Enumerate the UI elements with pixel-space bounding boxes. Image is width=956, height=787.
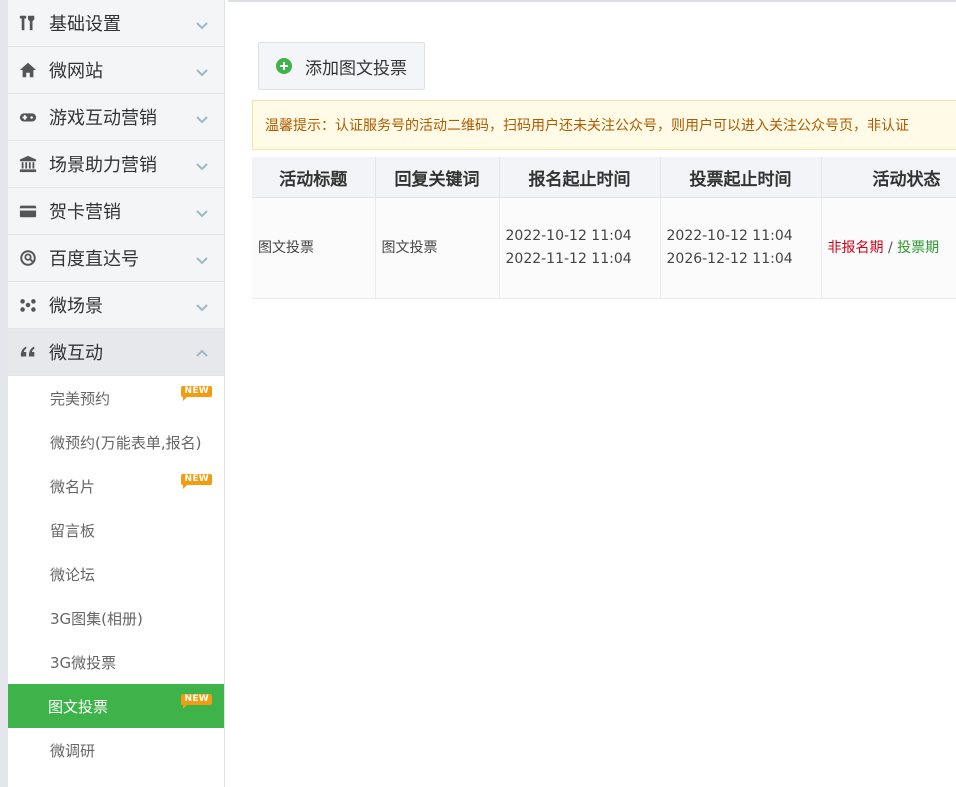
vote-list-table: 活动标题 回复关键词 报名起止时间 投票起止时间 活动状态 图文投票 图文投票 … [252, 157, 956, 299]
add-image-text-vote-button[interactable]: 添加图文投票 [258, 42, 425, 90]
sidebar-group-basic-settings[interactable]: 基础设置 [8, 0, 224, 47]
sidebar-item-micro-booking[interactable]: 微预约(万能表单,报名) [8, 420, 224, 464]
sidebar-group-label: 微互动 [49, 343, 103, 364]
sidebar-item-micro-forum[interactable]: 微论坛 [8, 552, 224, 596]
sidebar-group-label: 百度直达号 [49, 249, 139, 270]
sidebar-group-label: 游戏互动营销 [49, 108, 157, 129]
gamepad-icon [18, 107, 38, 127]
status-separator: / [887, 239, 893, 256]
sidebar-group-label: 微场景 [49, 296, 103, 317]
home-icon [18, 60, 38, 80]
chevron-down-icon [195, 111, 209, 125]
column-header-title: 活动标题 [252, 157, 376, 198]
sidebar: 基础设置 微网站 游戏互动营销 场景助力营销 贺卡营销 百度直达号 微场景 微互… [8, 0, 225, 787]
chevron-down-icon [195, 205, 209, 219]
sidebar-item-3g-album[interactable]: 3G图集(相册) [8, 596, 224, 640]
sidebar-group-label: 基础设置 [49, 14, 121, 35]
sidebar-item-label: 3G微投票 [50, 653, 117, 672]
notice-banner: 温馨提示：认证服务号的活动二维码，扫码用户还未关注公众号，则用户可以进入关注公众… [252, 100, 956, 150]
sidebar-group-scene-marketing[interactable]: 场景助力营销 [8, 141, 224, 188]
cell-status: 非报名期 / 投票期 [821, 197, 956, 299]
chevron-down-icon [195, 17, 209, 31]
new-badge: NEW [181, 386, 212, 401]
sidebar-group-micro-site[interactable]: 微网站 [8, 47, 224, 94]
plus-circle-icon [276, 58, 292, 74]
main-content: 添加图文投票 温馨提示：认证服务号的活动二维码，扫码用户还未关注公众号，则用户可… [228, 2, 956, 787]
sidebar-group-label: 贺卡营销 [49, 202, 121, 223]
sidebar-item-label: 微名片 [50, 477, 96, 496]
column-header-vote-period: 投票起止时间 [660, 157, 822, 198]
chevron-down-icon [195, 64, 209, 78]
vote-end: 2026-12-12 11:04 [666, 251, 793, 267]
column-header-signup-period: 报名起止时间 [499, 157, 661, 198]
column-header-status: 活动状态 [821, 157, 956, 198]
table-row[interactable]: 图文投票 图文投票 2022-10-12 11:04 2022-11-12 11… [252, 197, 956, 299]
new-badge: NEW [181, 474, 212, 489]
sidebar-item-3g-vote[interactable]: 3G微投票 [8, 640, 224, 684]
sidebar-item-label: 微论坛 [50, 565, 96, 584]
molecule-icon [18, 295, 38, 315]
sidebar-group-game-marketing[interactable]: 游戏互动营销 [8, 94, 224, 141]
sidebar-item-micro-survey[interactable]: 微调研 [8, 728, 224, 772]
chevron-down-icon [195, 252, 209, 266]
column-header-keyword: 回复关键词 [375, 157, 500, 198]
vote-start: 2022-10-12 11:04 [666, 228, 793, 244]
sidebar-item-label: 微预约(万能表单,报名) [50, 433, 202, 452]
status-signup: 非报名期 [827, 239, 884, 256]
search-icon [18, 248, 38, 268]
new-badge: NEW [181, 694, 212, 709]
sidebar-group-baidu[interactable]: 百度直达号 [8, 235, 224, 282]
sidebar-group-label: 场景助力营销 [49, 155, 157, 176]
sidebar-item-label: 图文投票 [48, 697, 109, 716]
left-gutter [0, 0, 8, 787]
sidebar-item-label: 留言板 [50, 521, 96, 540]
notice-text: 温馨提示：认证服务号的活动二维码，扫码用户还未关注公众号，则用户可以进入关注公众… [265, 118, 909, 134]
sidebar-item-label: 3G图集(相册) [50, 609, 143, 628]
chevron-up-icon [195, 346, 209, 360]
sidebar-group-micro-interaction[interactable]: 微互动 [8, 329, 224, 376]
cell-keyword: 图文投票 [375, 197, 500, 299]
add-button-label: 添加图文投票 [305, 58, 407, 79]
sidebar-item-label: 微调研 [50, 741, 96, 760]
chevron-down-icon [195, 158, 209, 172]
sidebar-group-greeting-card[interactable]: 贺卡营销 [8, 188, 224, 235]
signup-start: 2022-10-12 11:04 [505, 228, 632, 244]
sidebar-group-label: 微网站 [49, 61, 103, 82]
sidebar-item-micro-card[interactable]: 微名片 NEW [8, 464, 224, 508]
cell-signup-period: 2022-10-12 11:04 2022-11-12 11:04 [499, 197, 661, 299]
cell-title: 图文投票 [252, 197, 376, 299]
sidebar-item-message-board[interactable]: 留言板 [8, 508, 224, 552]
status-vote: 投票期 [897, 239, 940, 256]
sidebar-group-micro-scene[interactable]: 微场景 [8, 282, 224, 329]
sidebar-item-image-text-vote[interactable]: 图文投票 NEW [8, 684, 224, 728]
cell-vote-period: 2022-10-12 11:04 2026-12-12 11:04 [660, 197, 822, 299]
quote-icon [18, 342, 38, 362]
signup-end: 2022-11-12 11:04 [505, 251, 632, 267]
chevron-down-icon [195, 299, 209, 313]
bank-icon [18, 154, 38, 174]
sidebar-item-label: 完美预约 [50, 389, 111, 408]
tools-icon [18, 13, 38, 33]
sidebar-item-perfect-booking[interactable]: 完美预约 NEW [8, 376, 224, 420]
table-header-row: 活动标题 回复关键词 报名起止时间 投票起止时间 活动状态 [252, 157, 956, 198]
card-icon [18, 201, 38, 221]
